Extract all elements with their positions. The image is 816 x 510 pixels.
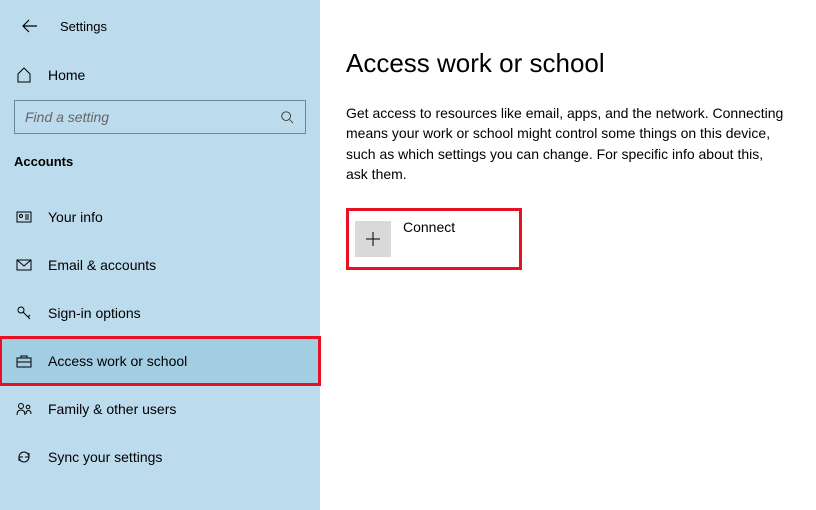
arrow-left-icon bbox=[22, 18, 38, 34]
sidebar-item-family-other-users[interactable]: Family & other users bbox=[0, 385, 320, 433]
page-description: Get access to resources like email, apps… bbox=[346, 103, 786, 184]
main-content: Access work or school Get access to reso… bbox=[320, 0, 816, 510]
sidebar-item-label: Sign-in options bbox=[48, 305, 141, 321]
people-icon bbox=[14, 401, 34, 417]
back-button[interactable] bbox=[18, 14, 42, 38]
home-icon bbox=[14, 67, 34, 83]
section-title: Accounts bbox=[0, 134, 320, 169]
sidebar: Settings Home Accounts Your info Email &… bbox=[0, 0, 320, 510]
sidebar-item-label: Your info bbox=[48, 209, 103, 225]
sync-icon bbox=[14, 449, 34, 465]
sidebar-item-your-info[interactable]: Your info bbox=[0, 193, 320, 241]
sidebar-item-access-work-school[interactable]: Access work or school bbox=[0, 337, 320, 385]
search-icon bbox=[279, 109, 295, 125]
connect-button[interactable]: Connect bbox=[346, 208, 522, 270]
sidebar-item-label: Email & accounts bbox=[48, 257, 156, 273]
window-title: Settings bbox=[60, 19, 107, 34]
search-input[interactable] bbox=[25, 109, 279, 125]
key-icon bbox=[14, 305, 34, 321]
person-card-icon bbox=[14, 209, 34, 225]
sidebar-item-sync-settings[interactable]: Sync your settings bbox=[0, 433, 320, 481]
header-row: Settings bbox=[0, 0, 320, 38]
page-title: Access work or school bbox=[346, 48, 796, 79]
sidebar-item-label: Access work or school bbox=[48, 353, 187, 369]
mail-icon bbox=[14, 257, 34, 273]
plus-icon bbox=[355, 221, 391, 257]
briefcase-icon bbox=[14, 353, 34, 369]
sidebar-item-label: Sync your settings bbox=[48, 449, 162, 465]
sidebar-item-email-accounts[interactable]: Email & accounts bbox=[0, 241, 320, 289]
search-box[interactable] bbox=[14, 100, 306, 134]
sidebar-item-sign-in-options[interactable]: Sign-in options bbox=[0, 289, 320, 337]
home-nav[interactable]: Home bbox=[0, 46, 320, 86]
sidebar-item-label: Family & other users bbox=[48, 401, 176, 417]
nav-list: Your info Email & accounts Sign-in optio… bbox=[0, 193, 320, 481]
connect-label: Connect bbox=[403, 219, 455, 235]
home-label: Home bbox=[48, 67, 85, 83]
